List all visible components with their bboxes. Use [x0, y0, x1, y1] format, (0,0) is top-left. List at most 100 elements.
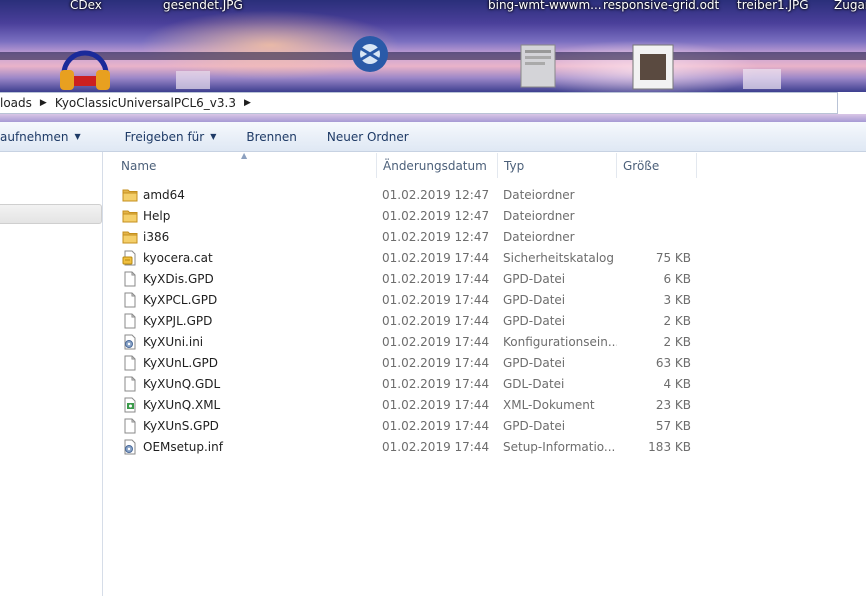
file-name-cell[interactable]: KyXPCL.GPD [104, 292, 377, 308]
file-type: GPD-Datei [503, 313, 566, 328]
file-date: 01.02.2019 17:44 [382, 334, 490, 349]
document-thumbnail-icon[interactable] [632, 44, 674, 90]
file-row[interactable]: KyXPCL.GPD 01.02.2019 17:44 GPD-Datei 3 KB [104, 289, 866, 310]
desktop-background: CDex gesendet.JPG bing-wmt-wwwm... respo… [0, 0, 866, 92]
image-thumbnail-icon[interactable] [175, 70, 211, 90]
file-name-cell[interactable]: KyXUnQ.XML [104, 397, 377, 413]
file-name-cell[interactable]: KyXPJL.GPD [104, 313, 377, 329]
file-type: Dateiordner [503, 229, 575, 244]
file-name: KyXUni.ini [143, 334, 204, 349]
share-with-button[interactable]: Freigeben für ▼ [95, 130, 231, 144]
chevron-right-icon[interactable]: ▶ [244, 98, 251, 108]
application-icon[interactable] [346, 34, 394, 82]
toolbar: aufnehmen ▼ Freigeben für ▼ Brennen Neue… [0, 122, 866, 152]
sort-ascending-icon: ▲ [241, 151, 248, 160]
file-name: KyXPJL.GPD [143, 313, 213, 328]
file-name-cell[interactable]: amd64 [104, 187, 377, 203]
column-header-name[interactable]: ▲ Name [104, 151, 377, 178]
file-row[interactable]: KyXUnL.GPD 01.02.2019 17:44 GPD-Datei 63 KB [104, 352, 866, 373]
include-in-library-button[interactable]: aufnehmen ▼ [0, 130, 95, 144]
chevron-down-icon: ▼ [210, 132, 217, 141]
file-icon [122, 376, 138, 392]
file-name: KyXUnL.GPD [143, 355, 218, 370]
file-name-cell[interactable]: Help [104, 208, 377, 224]
folder-icon [122, 187, 138, 203]
file-name: KyXUnQ.XML [143, 397, 221, 412]
file-name: i386 [143, 229, 170, 244]
burn-button[interactable]: Brennen [230, 130, 310, 144]
file-type: Setup-Informatio... [503, 439, 616, 454]
file-row[interactable]: KyXUnQ.GDL 01.02.2019 17:44 GDL-Datei 4 KB [104, 373, 866, 394]
file-name-cell[interactable]: i386 [104, 229, 377, 245]
settings-file-icon [122, 439, 138, 455]
file-name: KyXPCL.GPD [143, 292, 218, 307]
file-date: 01.02.2019 17:44 [382, 313, 490, 328]
headphones-icon[interactable] [58, 44, 112, 92]
file-name-cell[interactable]: KyXUnL.GPD [104, 355, 377, 371]
breadcrumb-current-folder[interactable]: KyoClassicUniversalPCL6_v3.3 [55, 96, 242, 110]
file-row[interactable]: KyXUnS.GPD 01.02.2019 17:44 GPD-Datei 57 KB [104, 415, 866, 436]
file-name-cell[interactable]: KyXUni.ini [104, 334, 377, 350]
file-date: 01.02.2019 12:47 [382, 208, 490, 223]
file-name-cell[interactable]: KyXUnS.GPD [104, 418, 377, 434]
file-row[interactable]: KyXPJL.GPD 01.02.2019 17:44 GPD-Datei 2 KB [104, 310, 866, 331]
chevron-down-icon: ▼ [74, 132, 81, 141]
file-list: amd64 01.02.2019 12:47 Dateiordner Help 01.0… [104, 184, 866, 457]
xml-file-icon [122, 397, 138, 413]
webpage-thumbnail-icon[interactable] [520, 44, 556, 88]
file-row[interactable]: amd64 01.02.2019 12:47 Dateiordner [104, 184, 866, 205]
desktop-label-zugan[interactable]: Zugan [834, 0, 866, 12]
file-type: Sicherheitskatalog [503, 250, 614, 265]
file-name-cell[interactable]: KyXUnQ.GDL [104, 376, 377, 392]
file-type: XML-Dokument [503, 397, 595, 412]
file-date: 01.02.2019 17:44 [382, 355, 490, 370]
file-row[interactable]: KyXUni.ini 01.02.2019 17:44 Konfigurations… [104, 331, 866, 352]
column-header-row: ▲ Name Änderungsdatum Typ Größe [104, 151, 866, 178]
file-size: 2 KB [663, 313, 691, 328]
file-name-cell[interactable]: KyXDis.GPD [104, 271, 377, 287]
file-size: 6 KB [663, 271, 691, 286]
file-type: GDL-Datei [503, 376, 565, 391]
column-header-type[interactable]: Typ [498, 153, 617, 178]
file-name-cell[interactable]: kyocera.cat [104, 250, 377, 266]
file-icon [122, 355, 138, 371]
file-date: 01.02.2019 17:44 [382, 376, 490, 391]
file-row[interactable]: KyXUnQ.XML 01.02.2019 17:44 XML-Dokument 23… [104, 394, 866, 415]
file-row[interactable]: i386 01.02.2019 12:47 Dateiordner [104, 226, 866, 247]
file-type: Dateiordner [503, 208, 575, 223]
desktop-label-gesendet[interactable]: gesendet.JPG [163, 0, 243, 12]
desktop-label-responsive-grid[interactable]: responsive-grid.odt [603, 0, 719, 12]
file-name: kyocera.cat [143, 250, 213, 265]
file-name-cell[interactable]: OEMsetup.inf [104, 439, 377, 455]
nav-selected-item[interactable] [0, 204, 102, 224]
column-header-date[interactable]: Änderungsdatum [377, 153, 498, 178]
file-name: amd64 [143, 187, 185, 202]
address-bar[interactable]: loads ▶ KyoClassicUniversalPCL6_v3.3 ▶ [0, 92, 838, 114]
new-folder-button[interactable]: Neuer Ordner [311, 130, 423, 144]
file-date: 01.02.2019 12:47 [382, 187, 490, 202]
breadcrumb-downloads[interactable]: loads [0, 96, 38, 110]
photo-thumbnail-icon[interactable] [742, 68, 782, 90]
desktop-label-treiber[interactable]: treiber1.JPG [737, 0, 809, 12]
file-date: 01.02.2019 17:44 [382, 271, 490, 286]
column-header-size[interactable]: Größe [617, 153, 697, 178]
file-size: 4 KB [663, 376, 691, 391]
navigation-pane[interactable] [0, 152, 103, 596]
file-name: KyXUnS.GPD [143, 418, 219, 433]
desktop-label-cdex[interactable]: CDex [70, 0, 102, 12]
file-row[interactable]: Help 01.02.2019 12:47 Dateiordner [104, 205, 866, 226]
catalog-icon [122, 250, 138, 266]
file-type: GPD-Datei [503, 271, 566, 286]
file-row[interactable]: kyocera.cat 01.02.2019 17:44 Sicherheitska… [104, 247, 866, 268]
file-row[interactable]: KyXDis.GPD 01.02.2019 17:44 GPD-Datei 6 KB [104, 268, 866, 289]
file-size: 183 KB [648, 439, 691, 454]
file-row[interactable]: OEMsetup.inf 01.02.2019 17:44 Setup-Inform… [104, 436, 866, 457]
desktop-label-bing[interactable]: bing-wmt-wwwm... [488, 0, 602, 12]
file-icon [122, 313, 138, 329]
file-date: 01.02.2019 17:44 [382, 418, 490, 433]
chevron-right-icon[interactable]: ▶ [40, 98, 47, 108]
settings-file-icon [122, 334, 138, 350]
file-icon [122, 418, 138, 434]
file-icon [122, 292, 138, 308]
window-frame [0, 114, 866, 122]
